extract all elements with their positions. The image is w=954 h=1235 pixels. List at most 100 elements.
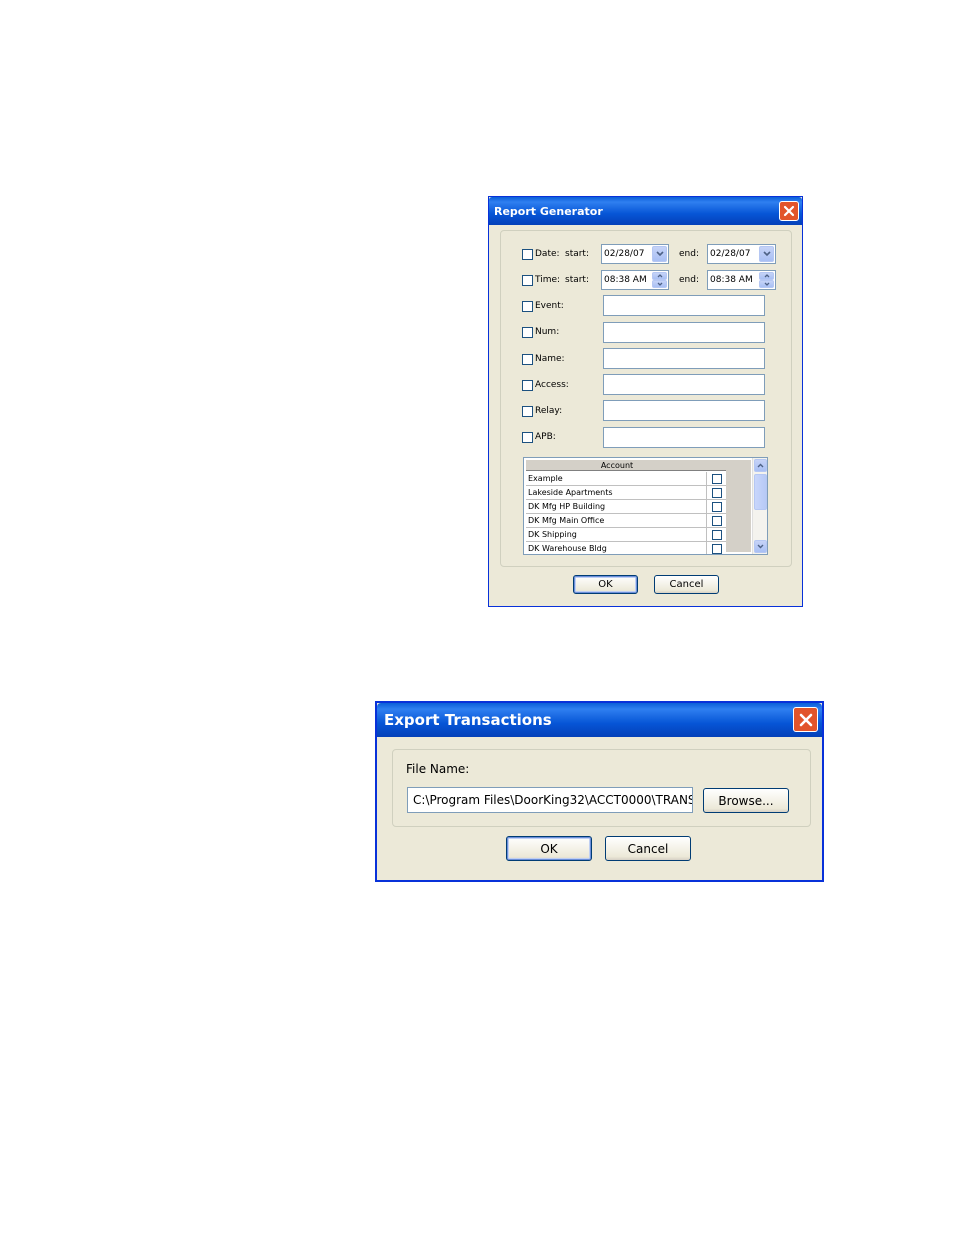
time-end-spin-buttons[interactable] xyxy=(759,272,774,288)
account-name: DK Warehouse Bldg xyxy=(528,544,607,553)
date-end-label: end: xyxy=(679,249,699,259)
select-column-header[interactable] xyxy=(708,460,726,471)
close-button[interactable] xyxy=(779,201,799,221)
relay-label: Relay: xyxy=(535,406,563,416)
name-input[interactable] xyxy=(603,348,765,369)
account-row[interactable]: DK Warehouse Bldg xyxy=(526,542,726,554)
date-start-dropdown[interactable] xyxy=(652,246,667,262)
account-grid[interactable]: Account Example Lakeside Apartments DK M… xyxy=(523,457,768,555)
browse-button[interactable]: Browse... xyxy=(703,788,789,813)
num-label: Num: xyxy=(535,327,560,337)
time-checkbox[interactable] xyxy=(522,275,533,286)
account-name: DK Mfg HP Building xyxy=(528,502,606,511)
time-start-spinner[interactable]: 08:38 AM xyxy=(601,270,669,290)
date-start-value: 02/28/07 xyxy=(604,249,645,259)
num-checkbox[interactable] xyxy=(522,327,533,338)
cell-divider xyxy=(706,500,707,513)
report-cancel-button[interactable]: Cancel xyxy=(654,575,719,594)
report-ok-button[interactable]: OK xyxy=(573,575,638,594)
account-name: Example xyxy=(528,474,563,483)
date-end-picker[interactable]: 02/28/07 xyxy=(707,244,776,264)
account-checkbox[interactable] xyxy=(712,516,722,526)
close-icon xyxy=(783,205,795,217)
chevron-down-icon xyxy=(764,282,769,286)
spin-up-button[interactable] xyxy=(652,272,667,280)
time-start-spin-buttons[interactable] xyxy=(652,272,667,288)
access-checkbox[interactable] xyxy=(522,380,533,391)
date-start-label: start: xyxy=(565,249,589,259)
account-checkbox[interactable] xyxy=(712,544,722,554)
scroll-up-button[interactable] xyxy=(754,459,767,472)
time-end-spinner[interactable]: 08:38 AM xyxy=(707,270,776,290)
relay-checkbox[interactable] xyxy=(522,406,533,417)
cell-divider xyxy=(706,514,707,527)
account-checkbox[interactable] xyxy=(712,530,722,540)
chevron-down-icon xyxy=(762,251,771,257)
account-row[interactable]: DK Shipping xyxy=(526,528,726,542)
time-end-label: end: xyxy=(679,275,699,285)
account-checkbox[interactable] xyxy=(712,488,722,498)
apb-label: APB: xyxy=(535,432,556,442)
account-row[interactable]: DK Mfg Main Office xyxy=(526,514,726,528)
account-row[interactable]: Example xyxy=(526,472,726,486)
export-cancel-button[interactable]: Cancel xyxy=(605,836,691,861)
chevron-down-icon xyxy=(657,282,662,286)
grid-vertical-scrollbar[interactable] xyxy=(752,458,767,554)
account-row[interactable]: DK Mfg HP Building xyxy=(526,500,726,514)
export-ok-button[interactable]: OK xyxy=(506,836,592,861)
spin-down-button[interactable] xyxy=(652,280,667,288)
account-column-header[interactable]: Account xyxy=(526,460,708,471)
file-name-value: C:\Program Files\DoorKing32\ACCT0000\TRA… xyxy=(413,793,693,807)
date-end-value: 02/28/07 xyxy=(710,249,751,259)
chevron-down-icon xyxy=(655,251,664,257)
date-checkbox[interactable] xyxy=(522,249,533,260)
close-icon xyxy=(799,713,812,726)
spin-up-button[interactable] xyxy=(759,272,774,280)
date-start-picker[interactable]: 02/28/07 xyxy=(601,244,669,264)
dialog-title: Report Generator xyxy=(494,204,603,218)
dialog-title: Export Transactions xyxy=(384,711,552,729)
event-checkbox[interactable] xyxy=(522,301,533,312)
chevron-down-icon xyxy=(757,544,764,549)
account-row[interactable]: Lakeside Apartments xyxy=(526,486,726,500)
time-label: Time: xyxy=(535,275,561,285)
date-end-dropdown[interactable] xyxy=(759,246,774,262)
access-label: Access: xyxy=(535,380,569,390)
scroll-down-button[interactable] xyxy=(754,540,767,553)
account-name: DK Mfg Main Office xyxy=(528,516,605,525)
account-checkbox[interactable] xyxy=(712,474,722,484)
chevron-up-icon xyxy=(757,463,764,468)
scroll-thumb[interactable] xyxy=(754,474,767,510)
report-generator-dialog: Report Generator Date: start: 02/28/07 e… xyxy=(488,196,803,607)
export-transactions-titlebar[interactable]: Export Transactions xyxy=(377,703,822,737)
time-end-value: 08:38 AM xyxy=(710,275,753,285)
name-label: Name: xyxy=(535,354,565,364)
apb-input[interactable] xyxy=(603,427,765,448)
date-label: Date: xyxy=(535,249,560,259)
account-name: DK Shipping xyxy=(528,530,577,539)
cell-divider xyxy=(706,486,707,499)
grid-empty-column xyxy=(726,460,751,552)
event-label: Event: xyxy=(535,301,564,311)
chevron-up-icon xyxy=(764,274,769,278)
spin-down-button[interactable] xyxy=(759,280,774,288)
time-start-value: 08:38 AM xyxy=(604,275,647,285)
file-name-input[interactable]: C:\Program Files\DoorKing32\ACCT0000\TRA… xyxy=(407,787,693,813)
apb-checkbox[interactable] xyxy=(522,432,533,443)
cell-divider xyxy=(706,472,707,485)
time-start-label: start: xyxy=(565,275,589,285)
cell-divider xyxy=(706,528,707,541)
access-input[interactable] xyxy=(603,374,765,395)
num-input[interactable] xyxy=(603,322,765,343)
name-checkbox[interactable] xyxy=(522,354,533,365)
close-button[interactable] xyxy=(793,707,818,732)
cell-divider xyxy=(706,542,707,554)
account-name: Lakeside Apartments xyxy=(528,488,613,497)
relay-input[interactable] xyxy=(603,400,765,421)
export-transactions-dialog: Export Transactions File Name: C:\Progra… xyxy=(375,701,824,882)
event-input[interactable] xyxy=(603,295,765,316)
report-generator-titlebar[interactable]: Report Generator xyxy=(489,197,802,225)
account-checkbox[interactable] xyxy=(712,502,722,512)
file-name-label: File Name: xyxy=(406,762,470,776)
chevron-up-icon xyxy=(657,274,662,278)
